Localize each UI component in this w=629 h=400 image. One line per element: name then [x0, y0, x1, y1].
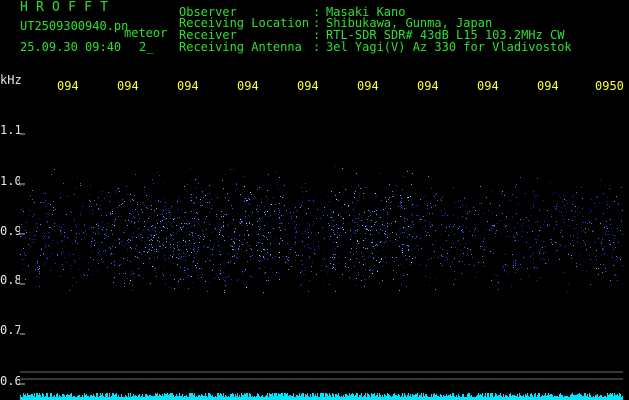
time-tick-label: 094 [177, 79, 199, 93]
info-sep: : [313, 40, 321, 54]
info-label-antenna: Receiving Antenna [179, 40, 302, 54]
time-tick-label: 094 [237, 79, 259, 93]
y-tick-label: 1.0 [0, 174, 22, 188]
file-suffix: meteor [124, 26, 168, 40]
spectrogram-window: HROFFT UT2509300940.pn meteor 25.09.30 0… [0, 0, 629, 400]
time-tick-label: 094 [57, 79, 79, 93]
counter: 2_ [139, 40, 154, 54]
y-tick-label: 0.8 [0, 273, 22, 287]
time-tick-label: 094 [477, 79, 499, 93]
file-name: UT2509300940.pn [20, 19, 129, 33]
y-tick-label: 0.6 [0, 374, 22, 388]
info-value-antenna: 3el Yagi(V) Az 330 for Vladivostok [326, 40, 572, 54]
time-tick-label: 094 [357, 79, 379, 93]
y-tick-label: 0.7 [0, 323, 22, 337]
time-tick-label: 094 [537, 79, 559, 93]
spectrogram-canvas [20, 96, 623, 400]
y-tick-label: 1.1 [0, 123, 22, 137]
spectrogram-plot [20, 96, 623, 400]
y-axis-unit: kHz [0, 73, 22, 87]
time-tick-label: 0950 [595, 79, 624, 93]
timestamp: 25.09.30 09:40 [20, 40, 122, 54]
time-tick-label: 094 [117, 79, 139, 93]
y-tick-label: 0.9 [0, 224, 22, 238]
app-title: HROFFT [20, 0, 117, 15]
time-tick-label: 094 [297, 79, 319, 93]
time-tick-label: 094 [417, 79, 439, 93]
